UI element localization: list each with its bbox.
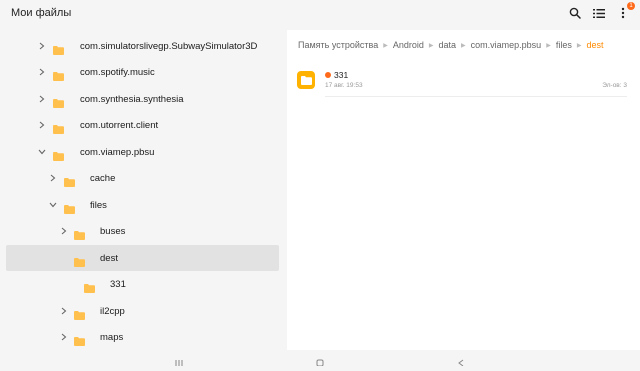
folder-icon — [53, 68, 64, 81]
tree-item-synthesia[interactable]: com.synthesia.synthesia — [6, 86, 279, 112]
chevron-right-icon[interactable] — [37, 94, 47, 104]
divider — [325, 96, 627, 97]
breadcrumb-item[interactable]: files — [556, 40, 572, 50]
folder-icon — [53, 42, 64, 55]
search-icon[interactable] — [568, 6, 582, 20]
tree-item-label: com.simulatorslivegp.SubwaySimulator3D — [80, 40, 258, 52]
tree-item-maps[interactable]: maps — [6, 324, 279, 350]
breadcrumb-item[interactable]: Память устройства — [298, 40, 378, 50]
content-pane: Память устройства ▶ Android ▶ data ▶ com… — [287, 30, 640, 350]
folder-icon — [64, 174, 75, 187]
top-bar: Мои файлы 1 — [0, 0, 640, 30]
new-dot-icon — [325, 72, 331, 78]
tree-item-label: com.utorrent.client — [80, 119, 159, 131]
tree-item-label: buses — [100, 225, 126, 237]
chevron-right-icon[interactable] — [59, 306, 69, 316]
toolbar: 1 — [568, 2, 635, 20]
folder-icon — [64, 201, 75, 214]
breadcrumb-item[interactable]: com.viamep.pbsu — [471, 40, 542, 50]
folder-icon — [53, 121, 64, 134]
folder-icon — [74, 227, 85, 240]
file-list-item[interactable]: 331 17 авг. 19:53 Эл-ов: 3 — [297, 68, 627, 97]
tree-item-cache[interactable]: cache — [6, 165, 279, 191]
breadcrumb-separator-icon: ▶ — [461, 42, 466, 49]
tree-item-label: dest — [100, 252, 118, 264]
breadcrumb: Память устройства ▶ Android ▶ data ▶ com… — [298, 40, 603, 50]
breadcrumb-current: dest — [586, 40, 604, 50]
chevron-right-icon[interactable] — [48, 173, 58, 183]
chevron-right-icon[interactable] — [37, 120, 47, 130]
tree-item-spotify[interactable]: com.spotify.music — [6, 59, 279, 85]
breadcrumb-separator-icon: ▶ — [546, 42, 551, 49]
chevron-right-icon[interactable] — [59, 226, 69, 236]
more-icon[interactable]: 1 — [616, 2, 635, 20]
folder-icon — [74, 333, 85, 346]
tree-item-il2cpp[interactable]: il2cpp — [6, 298, 279, 324]
tree-item-label: files — [90, 199, 107, 211]
folder-icon — [84, 280, 95, 293]
tree-item-label: com.synthesia.synthesia — [80, 93, 184, 105]
notification-badge: 1 — [627, 2, 635, 10]
folder-icon — [53, 148, 64, 161]
tree-item-label: 331 — [110, 278, 126, 290]
tree-item-label: maps — [100, 331, 124, 343]
breadcrumb-separator-icon: ▶ — [428, 42, 434, 49]
file-name: 331 — [334, 70, 349, 80]
tree-item-label: cache — [90, 172, 116, 184]
folder-icon — [74, 307, 85, 320]
home-icon[interactable] — [316, 353, 324, 367]
chevron-right-icon[interactable] — [37, 41, 47, 51]
tree-item-files[interactable]: files — [6, 192, 279, 218]
app-title: Мои файлы — [11, 7, 72, 19]
file-item-count: Эл-ов: 3 — [602, 82, 627, 89]
folder-icon — [74, 254, 85, 267]
tree-item-dest[interactable]: dest — [6, 245, 279, 271]
breadcrumb-separator-icon: ▶ — [576, 42, 582, 49]
folder-icon — [53, 95, 64, 108]
chevron-down-icon[interactable] — [48, 200, 58, 210]
chevron-down-icon[interactable] — [37, 147, 47, 157]
file-date: 17 авг. 19:53 — [325, 82, 363, 89]
system-nav-bar — [0, 350, 640, 367]
file-name-wrap: 331 — [325, 70, 348, 80]
tree-item-label: com.viamep.pbsu — [80, 146, 155, 158]
chevron-right-icon[interactable] — [59, 332, 69, 342]
breadcrumb-item[interactable]: data — [439, 40, 457, 50]
tree-item-label: com.spotify.music — [80, 66, 155, 78]
chevron-right-icon[interactable] — [37, 67, 47, 77]
tree-item-viamep[interactable]: com.viamep.pbsu — [6, 139, 279, 165]
back-icon[interactable] — [457, 353, 465, 367]
tree-item-subway-simulator[interactable]: com.simulatorslivegp.SubwaySimulator3D — [6, 33, 279, 59]
folder-icon — [297, 71, 315, 89]
tree-item-buses[interactable]: buses — [6, 218, 279, 244]
recent-apps-icon[interactable] — [175, 353, 183, 366]
tree-item-331[interactable]: 331 — [6, 271, 279, 297]
tree-item-utorrent[interactable]: com.utorrent.client — [6, 112, 279, 138]
breadcrumb-item[interactable]: Android — [393, 40, 424, 50]
tree-item-label: il2cpp — [100, 305, 125, 317]
folder-tree: com.simulatorslivegp.SubwaySimulator3D c… — [0, 30, 285, 350]
breadcrumb-separator-icon: ▶ — [383, 42, 388, 49]
list-view-icon[interactable] — [592, 6, 606, 20]
